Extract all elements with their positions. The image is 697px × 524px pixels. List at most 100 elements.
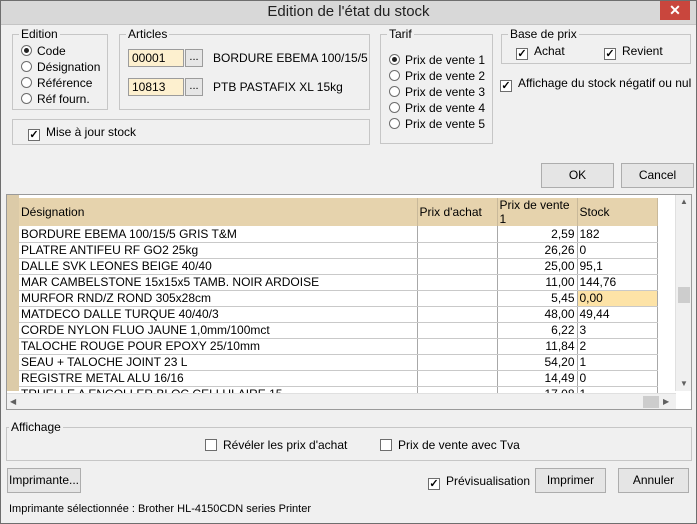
table-row[interactable]: CORDE NYLON FLUO JAUNE 1,0mm/100mct 6,22 3: [19, 322, 658, 339]
radio-tarif-4[interactable]: Prix de vente 4: [389, 101, 485, 115]
cancel-button[interactable]: Cancel: [621, 163, 694, 188]
cell-prix-vente[interactable]: 25,00: [497, 258, 578, 275]
cell-stock[interactable]: 3: [577, 322, 658, 339]
cell-stock[interactable]: 0,00: [577, 290, 658, 307]
scroll-thumb[interactable]: [678, 287, 690, 303]
cell-designation[interactable]: CORDE NYLON FLUO JAUNE 1,0mm/100mct: [19, 322, 418, 339]
cell-stock[interactable]: 49,44: [577, 306, 658, 323]
annuler-button[interactable]: Annuler: [618, 468, 689, 493]
cell-stock[interactable]: 182: [577, 226, 658, 243]
cell-stock[interactable]: 2: [577, 338, 658, 355]
window-title: Edition de l'état du stock: [267, 3, 430, 20]
maj-stock-checkbox[interactable]: ✓ Mise à jour stock: [28, 125, 136, 141]
vertical-scrollbar[interactable]: ▲ ▼: [675, 195, 691, 391]
col-header-stock[interactable]: Stock: [577, 198, 658, 226]
revient-checkbox[interactable]: ✓ Revient: [604, 44, 663, 60]
cell-prix-achat[interactable]: [417, 338, 498, 355]
radio-label: Code: [37, 44, 66, 58]
cell-stock[interactable]: 144,76: [577, 274, 658, 291]
tarif-group-label: Tarif: [387, 27, 414, 41]
cell-designation[interactable]: PLATRE ANTIFEU RF GO2 25kg: [19, 242, 418, 259]
col-header-designation[interactable]: Désignation: [19, 198, 418, 226]
radio-tarif-1[interactable]: Prix de vente 1: [389, 53, 485, 67]
cell-prix-vente[interactable]: 5,45: [497, 290, 578, 307]
cell-stock[interactable]: 0: [577, 242, 658, 259]
cell-prix-vente[interactable]: 14,49: [497, 370, 578, 387]
ok-button[interactable]: OK: [541, 163, 614, 188]
table-row[interactable]: MAR CAMBELSTONE 15x15x5 TAMB. NOIR ARDOI…: [19, 274, 658, 291]
radio-edition-code[interactable]: Code: [21, 44, 66, 58]
scroll-right-icon[interactable]: ▶: [663, 397, 669, 406]
previsualisation-checkbox[interactable]: ✓ Prévisualisation: [428, 474, 531, 490]
prix-vente-tva-checkbox[interactable]: Prix de vente avec Tva: [380, 438, 520, 452]
table-row[interactable]: REGISTRE METAL ALU 16/16 14,49 0: [19, 370, 658, 387]
previsualisation-label: Prévisualisation: [446, 474, 531, 488]
cell-prix-achat[interactable]: [417, 274, 498, 291]
radio-label: Désignation: [37, 60, 101, 74]
article-from-browse-button[interactable]: ...: [185, 49, 203, 67]
cell-designation[interactable]: DALLE SVK LEONES BEIGE 40/40: [19, 258, 418, 275]
article-to-browse-button[interactable]: ...: [185, 78, 203, 96]
radio-label: Prix de vente 3: [405, 85, 486, 99]
base-prix-group-label: Base de prix: [508, 27, 579, 41]
table-row[interactable]: MATDECO DALLE TURQUE 40/40/3 48,00 49,44: [19, 306, 658, 323]
col-header-prix-achat[interactable]: Prix d'achat: [417, 198, 498, 226]
cell-prix-vente[interactable]: 11,84: [497, 338, 578, 355]
cell-prix-achat[interactable]: [417, 242, 498, 259]
imprimante-button[interactable]: Imprimante...: [7, 468, 81, 493]
cell-prix-achat[interactable]: [417, 354, 498, 371]
achat-checkbox[interactable]: ✓ Achat: [516, 44, 565, 60]
table-row[interactable]: PLATRE ANTIFEU RF GO2 25kg 26,26 0: [19, 242, 658, 259]
cell-stock[interactable]: 95,1: [577, 258, 658, 275]
cell-designation[interactable]: MURFOR RND/Z ROND 305x28cm: [19, 290, 418, 307]
scroll-left-icon[interactable]: ◀: [10, 397, 16, 406]
radio-label: Prix de vente 4: [405, 101, 486, 115]
cell-prix-achat[interactable]: [417, 226, 498, 243]
cell-prix-vente[interactable]: 11,00: [497, 274, 578, 291]
cell-prix-achat[interactable]: [417, 258, 498, 275]
cell-designation[interactable]: REGISTRE METAL ALU 16/16: [19, 370, 418, 387]
cell-prix-achat[interactable]: [417, 306, 498, 323]
table-row[interactable]: TALOCHE ROUGE POUR EPOXY 25/10mm 11,84 2: [19, 338, 658, 355]
cell-prix-vente[interactable]: 2,59: [497, 226, 578, 243]
imprimer-button[interactable]: Imprimer: [535, 468, 606, 493]
stock-table[interactable]: Désignation Prix d'achat Prix de vente 1…: [6, 194, 692, 410]
col-header-prix-vente[interactable]: Prix de vente 1: [497, 198, 578, 226]
cell-prix-achat[interactable]: [417, 290, 498, 307]
reveler-prix-achat-checkbox[interactable]: Révéler les prix d'achat: [205, 438, 347, 452]
radio-tarif-3[interactable]: Prix de vente 3: [389, 85, 485, 99]
table-row[interactable]: SEAU + TALOCHE JOINT 23 L 54,20 1: [19, 354, 658, 371]
cell-prix-achat[interactable]: [417, 370, 498, 387]
cell-stock[interactable]: 1: [577, 354, 658, 371]
table-row[interactable]: DALLE SVK LEONES BEIGE 40/40 25,00 95,1: [19, 258, 658, 275]
cell-prix-vente[interactable]: 54,20: [497, 354, 578, 371]
check-icon: ✓: [28, 129, 40, 141]
table-row[interactable]: MURFOR RND/Z ROND 305x28cm 5,45 0,00: [19, 290, 658, 307]
horizontal-scrollbar[interactable]: ◀ ▶: [7, 393, 676, 409]
cell-designation[interactable]: SEAU + TALOCHE JOINT 23 L: [19, 354, 418, 371]
cell-designation[interactable]: MAR CAMBELSTONE 15x15x5 TAMB. NOIR ARDOI…: [19, 274, 418, 291]
cell-prix-vente[interactable]: 48,00: [497, 306, 578, 323]
radio-edition-designation[interactable]: Désignation: [21, 60, 100, 74]
radio-tarif-2[interactable]: Prix de vente 2: [389, 69, 485, 83]
stock-negatif-checkbox[interactable]: ✓ Affichage du stock négatif ou nul: [500, 76, 691, 92]
article-from-field[interactable]: 00001: [128, 49, 184, 67]
cell-prix-vente[interactable]: 26,26: [497, 242, 578, 259]
radio-edition-ref-fourn[interactable]: Réf fourn.: [21, 92, 90, 106]
scroll-down-icon[interactable]: ▼: [680, 379, 688, 388]
hscroll-thumb[interactable]: [23, 396, 640, 408]
cell-prix-achat[interactable]: [417, 322, 498, 339]
radio-tarif-5[interactable]: Prix de vente 5: [389, 117, 485, 131]
cell-stock[interactable]: 0: [577, 370, 658, 387]
close-icon[interactable]: ✕: [660, 1, 690, 20]
scroll-up-icon[interactable]: ▲: [680, 197, 688, 206]
cell-designation[interactable]: MATDECO DALLE TURQUE 40/40/3: [19, 306, 418, 323]
radio-off-icon: [389, 86, 400, 97]
radio-edition-reference[interactable]: Référence: [21, 76, 92, 90]
cell-designation[interactable]: TALOCHE ROUGE POUR EPOXY 25/10mm: [19, 338, 418, 355]
cell-designation[interactable]: BORDURE EBEMA 100/15/5 GRIS T&M: [19, 226, 418, 243]
cell-prix-vente[interactable]: 6,22: [497, 322, 578, 339]
hscroll-thumb-end[interactable]: [643, 396, 659, 408]
article-to-field[interactable]: 10813: [128, 78, 184, 96]
table-row[interactable]: BORDURE EBEMA 100/15/5 GRIS T&M 2,59 182: [19, 226, 658, 243]
